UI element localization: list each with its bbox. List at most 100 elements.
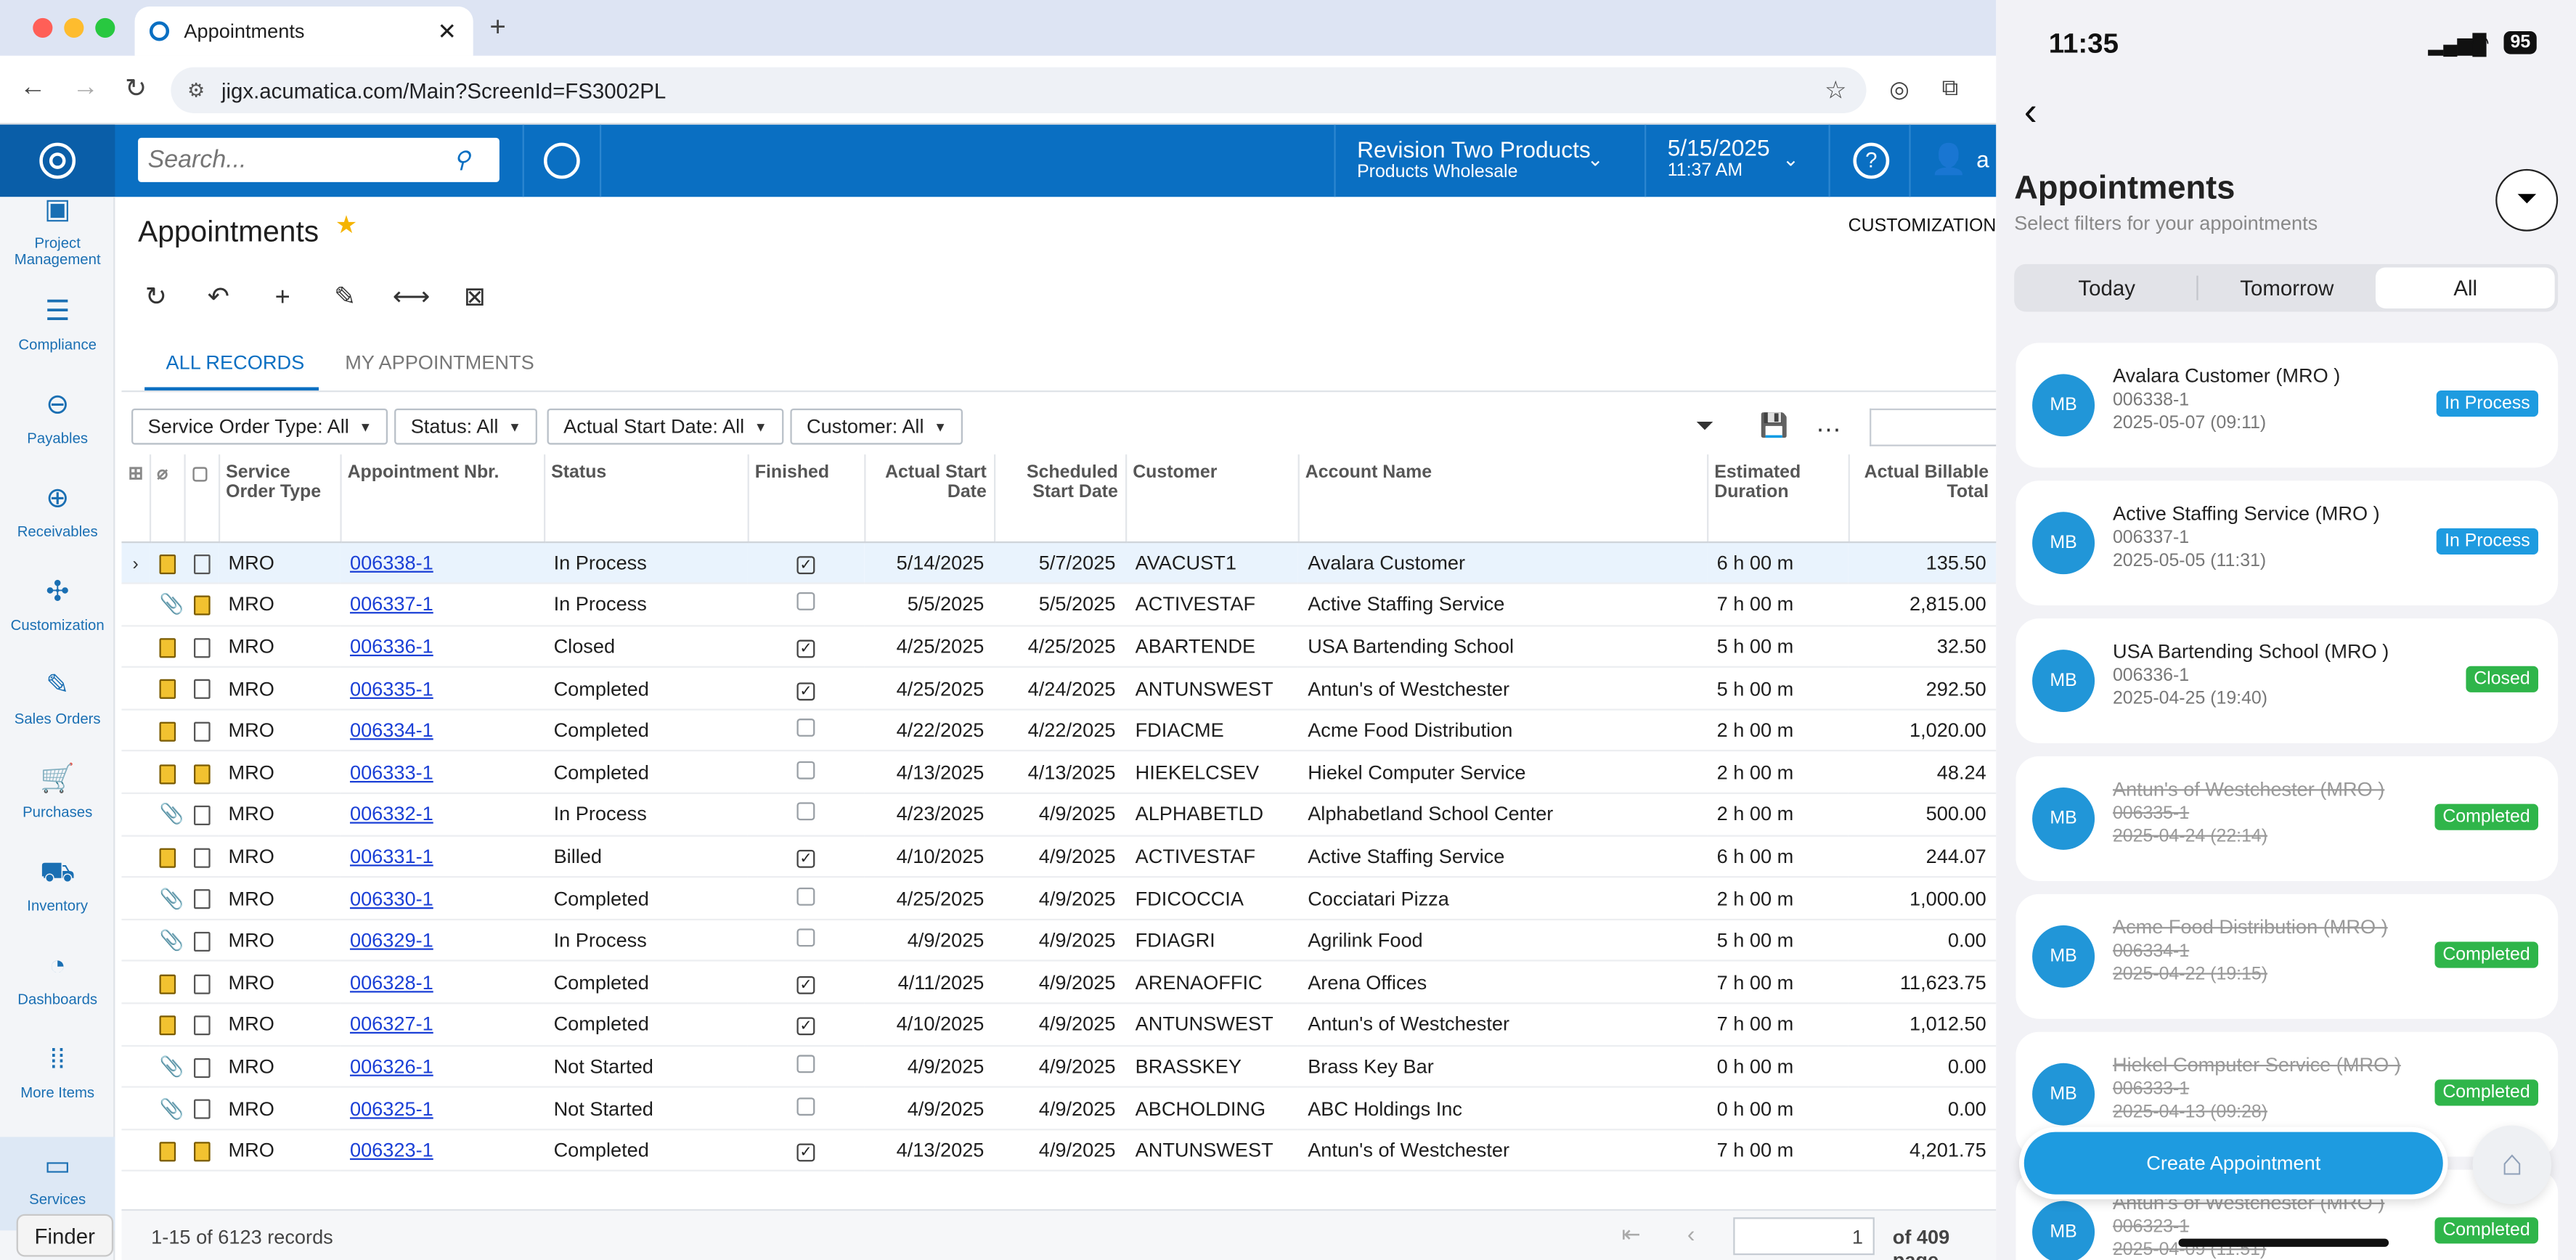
table-row[interactable]: MRO 006334-1 Completed 4/22/2025 4/22/2025 FD…: [121, 709, 1997, 753]
attachment-cell[interactable]: [149, 625, 184, 668]
forward-icon[interactable]: →: [73, 74, 99, 104]
table-row[interactable]: 📎 MRO 006330-1 Completed 4/25/2025 4/9/2025 FD…: [121, 877, 1997, 920]
notes-cell[interactable]: [184, 877, 219, 920]
sidebar-item-purchases[interactable]: 🛒 Purchases: [0, 763, 115, 820]
finished-checkbox[interactable]: ✓: [796, 1018, 815, 1036]
finished-checkbox[interactable]: ✓: [796, 849, 815, 868]
extensions-puzzle-icon[interactable]: ⧉: [1942, 74, 1959, 102]
finished-cell[interactable]: [747, 709, 865, 753]
filter-status[interactable]: Status: All ▼: [394, 408, 538, 445]
finished-checkbox[interactable]: ✓: [796, 682, 815, 700]
close-tab-icon[interactable]: ✕: [438, 17, 457, 45]
previous-page-icon[interactable]: ‹: [1687, 1221, 1695, 1247]
appointment-card[interactable]: MB Acme Food Distribution (MRO ) 006334-1 2…: [2015, 893, 2559, 1019]
row-selector[interactable]: [121, 583, 150, 626]
finished-checkbox[interactable]: [796, 886, 815, 905]
sidebar-item-sales-orders[interactable]: ✎ Sales Orders: [0, 669, 115, 727]
appointment-link[interactable]: 006335-1: [350, 677, 433, 700]
finished-checkbox[interactable]: ✓: [796, 1143, 815, 1162]
notes-cell[interactable]: [184, 1087, 219, 1130]
finished-cell[interactable]: ✓: [747, 835, 865, 878]
appointment-nbr-cell[interactable]: 006325-1: [340, 1087, 544, 1130]
finished-cell[interactable]: [747, 877, 865, 920]
finished-checkbox[interactable]: [796, 928, 815, 947]
finished-cell[interactable]: ✓: [747, 667, 865, 711]
site-info-icon[interactable]: ⚙: [187, 78, 205, 102]
attachment-cell[interactable]: [149, 961, 184, 1005]
sidebar-item-payables[interactable]: ⊖ Payables: [0, 389, 115, 446]
table-row[interactable]: MRO 006328-1 Completed ✓ 4/11/2025 4/9/2025 AR…: [121, 961, 1997, 1005]
attachment-cell[interactable]: [149, 1129, 184, 1172]
table-row[interactable]: 📎 MRO 006326-1 Not Started 4/9/2025 4/9/2025 B…: [121, 1045, 1997, 1089]
column-header[interactable]: Status: [543, 454, 749, 543]
column-settings-icon[interactable]: ⊞: [121, 454, 151, 543]
attachment-cell[interactable]: [149, 541, 184, 584]
tab-all-records[interactable]: ALL RECORDS: [166, 351, 305, 375]
appointment-card[interactable]: MB USA Bartending School (MRO ) 006336-1 20…: [2015, 618, 2559, 743]
attachment-cell[interactable]: 📎: [149, 1087, 184, 1130]
notes-cell[interactable]: [184, 751, 219, 795]
close-window-button[interactable]: [33, 17, 53, 38]
user-initials[interactable]: a: [1976, 146, 1989, 172]
new-tab-button[interactable]: +: [489, 12, 505, 44]
finished-cell[interactable]: [747, 919, 865, 962]
appointment-link[interactable]: 006328-1: [350, 971, 433, 994]
column-header[interactable]: Actual Billable Total: [1848, 454, 1997, 543]
notes-cell[interactable]: [184, 667, 219, 711]
notes-cell[interactable]: [184, 1129, 219, 1172]
finished-cell[interactable]: ✓: [747, 541, 865, 584]
notes-cell[interactable]: [184, 961, 219, 1005]
column-header[interactable]: Appointment Nbr.: [340, 454, 545, 543]
finished-checkbox[interactable]: [796, 761, 815, 780]
customization-menu[interactable]: CUSTOMIZATION: [1849, 216, 1997, 236]
phone-filter-button[interactable]: ⏷: [2495, 168, 2559, 232]
save-filter-icon[interactable]: 💾: [1759, 412, 1788, 439]
finished-checkbox[interactable]: [796, 1055, 815, 1073]
appointment-link[interactable]: 006326-1: [350, 1055, 433, 1078]
company-selector[interactable]: Revision Two Products Products Wholesale: [1357, 136, 1591, 182]
row-selector[interactable]: [121, 751, 150, 795]
first-page-icon[interactable]: ⇤: [1621, 1221, 1641, 1248]
add-icon[interactable]: +: [264, 281, 301, 317]
back-icon[interactable]: ←: [20, 74, 46, 104]
search-icon[interactable]: ⚲: [454, 146, 470, 173]
zoom-window-button[interactable]: [95, 17, 115, 38]
company-chevron-down-icon[interactable]: ⌄: [1587, 147, 1604, 171]
row-selector[interactable]: [121, 1045, 150, 1089]
undo-icon[interactable]: ↶: [200, 281, 237, 317]
column-header[interactable]: Account Name: [1297, 454, 1708, 543]
row-selector[interactable]: [121, 835, 150, 878]
attachment-cell[interactable]: [149, 835, 184, 878]
appointment-link[interactable]: 006329-1: [350, 929, 433, 952]
appointment-nbr-cell[interactable]: 006331-1: [340, 835, 544, 878]
page-number-input[interactable]: 1: [1733, 1217, 1875, 1256]
attachment-cell[interactable]: 📎: [149, 583, 184, 626]
table-row[interactable]: 📎 MRO 006325-1 Not Started 4/9/2025 4/9/2025 A…: [121, 1087, 1997, 1130]
appointment-link[interactable]: 006338-1: [350, 551, 433, 574]
attachment-cell[interactable]: [149, 751, 184, 795]
table-row[interactable]: MRO 006336-1 Closed ✓ 4/25/2025 4/25/2025 ABAR…: [121, 625, 1997, 668]
appointment-nbr-cell[interactable]: 006334-1: [340, 709, 544, 753]
business-date-selector[interactable]: 5/15/2025 11:37 AM: [1668, 134, 1770, 180]
appointment-card[interactable]: MB Active Staffing Service (MRO ) 006337-1…: [2015, 480, 2559, 606]
search-box[interactable]: ⚲: [138, 137, 500, 182]
row-selector[interactable]: [121, 877, 150, 920]
notes-cell[interactable]: [184, 793, 219, 837]
user-avatar-icon[interactable]: 👤: [1931, 143, 1968, 177]
finished-cell[interactable]: ✓: [747, 1129, 865, 1172]
sidebar-item-more-items[interactable]: ⁞⁞ More Items: [0, 1044, 115, 1101]
finished-checkbox[interactable]: [796, 719, 815, 737]
appointment-nbr-cell[interactable]: 006330-1: [340, 877, 544, 920]
segment-today[interactable]: Today: [2018, 276, 2196, 300]
table-row[interactable]: MRO 006331-1 Billed ✓ 4/10/2025 4/9/2025 ACTIV…: [121, 835, 1997, 878]
table-row[interactable]: MRO 006335-1 Completed ✓ 4/25/2025 4/24/2025 A…: [121, 667, 1997, 711]
column-header[interactable]: Actual Start Date: [864, 454, 995, 543]
more-options-icon[interactable]: …: [1815, 410, 1841, 440]
sidebar-item-dashboards[interactable]: ◔ Dashboards: [0, 950, 115, 1007]
appointment-nbr-cell[interactable]: 006332-1: [340, 793, 544, 837]
row-selector[interactable]: [121, 625, 150, 668]
attachment-cell[interactable]: [149, 1003, 184, 1047]
finished-checkbox[interactable]: ✓: [796, 639, 815, 658]
appointment-nbr-cell[interactable]: 006336-1: [340, 625, 544, 668]
fit-columns-icon[interactable]: ⟷: [393, 281, 431, 317]
